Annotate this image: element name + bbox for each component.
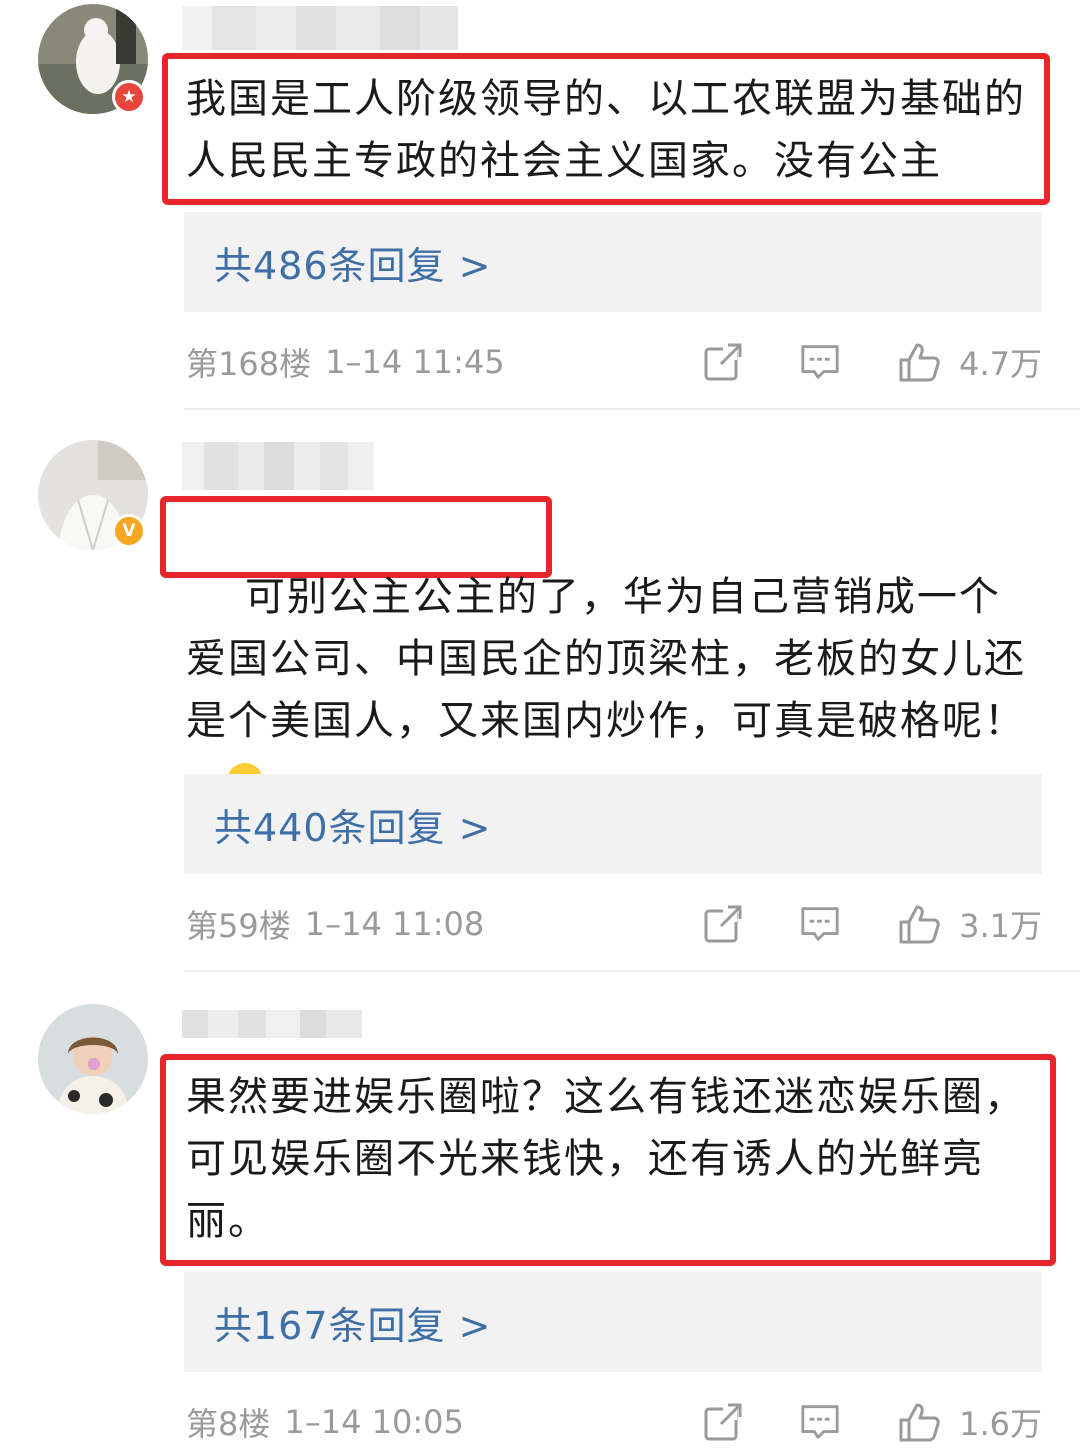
comment-item: V 可别公主公主的了，华为自己营销成一个爱国公司、中国民企的顶梁柱，老板的女儿还… — [0, 410, 1080, 974]
floor-number: 第168楼 — [186, 345, 312, 383]
username-blurred — [182, 1010, 362, 1038]
view-replies-button[interactable]: 共167条回复 > — [184, 1272, 1042, 1372]
comment-text: 果然要进娱乐圈啦？这么有钱还迷恋娱乐圈，可见娱乐圈不光来钱快，还有诱人的光鲜亮丽… — [186, 1074, 1026, 1244]
avatar-image — [38, 1004, 148, 1114]
share-icon[interactable] — [701, 340, 745, 384]
floor-number: 第59楼 — [186, 907, 291, 945]
comment-icon[interactable] — [799, 902, 841, 946]
comment-item: ★ 我国是工人阶级领导的、以工农联盟为基础的人民民主专政的社会主义国家。没有公主… — [0, 0, 1080, 410]
floor-number: 第8楼 — [186, 1405, 271, 1443]
comment-meta: 第59楼 1–14 11:08 3.1万 — [186, 894, 1042, 954]
share-icon[interactable] — [701, 902, 745, 946]
thumbs-up-icon[interactable] — [897, 902, 941, 946]
timestamp: 1–14 11:45 — [325, 343, 505, 381]
thumbs-up-icon[interactable] — [897, 340, 941, 384]
timestamp: 1–14 11:08 — [304, 905, 485, 943]
verified-badge-icon: V — [112, 514, 146, 548]
like-count: 4.7万 — [959, 345, 1042, 383]
username-blurred — [182, 6, 458, 50]
divider — [184, 970, 1080, 972]
avatar[interactable] — [38, 1004, 148, 1114]
comment-icon[interactable] — [799, 340, 841, 384]
view-replies-button[interactable]: 共440条回复 > — [184, 774, 1042, 874]
comment-meta: 第8楼 1–14 10:05 1.6万 — [186, 1392, 1042, 1452]
red-star-badge-icon: ★ — [112, 80, 146, 114]
comment-icon[interactable] — [799, 1400, 841, 1444]
view-replies-button[interactable]: 共486条回复 > — [184, 212, 1042, 312]
username-blurred — [182, 442, 374, 490]
highlighted-text: 可别公主公主的了 — [244, 574, 581, 620]
thumbs-up-icon[interactable] — [897, 1400, 941, 1444]
like-count: 1.6万 — [959, 1405, 1042, 1443]
share-icon[interactable] — [701, 1400, 745, 1444]
comment-text: 我国是工人阶级领导的、以工农联盟为基础的人民民主专政的社会主义国家。没有公主 — [186, 76, 1026, 184]
like-count: 3.1万 — [959, 907, 1042, 945]
comment-meta: 第168楼 1–14 11:45 4.7万 — [186, 332, 1042, 392]
comment-item: 果然要进娱乐圈啦？这么有钱还迷恋娱乐圈，可见娱乐圈不光来钱快，还有诱人的光鲜亮丽… — [0, 974, 1080, 1443]
timestamp: 1–14 10:05 — [284, 1403, 464, 1441]
